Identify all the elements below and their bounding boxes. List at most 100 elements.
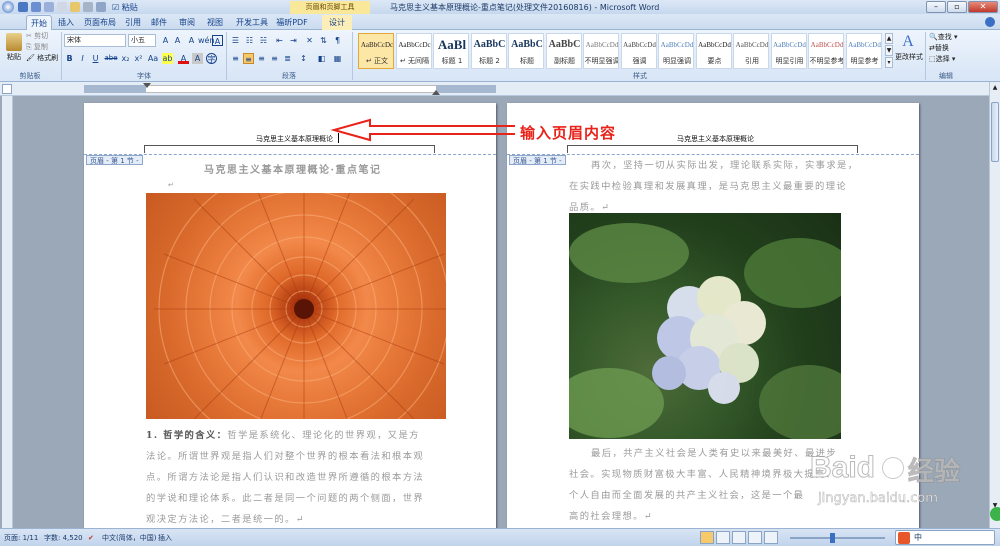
- distribute-icon[interactable]: ≣: [282, 53, 293, 64]
- style-tile[interactable]: AaBbCcDd 不明显参考: [808, 33, 844, 69]
- phonetic-guide-icon[interactable]: wén: [198, 35, 215, 46]
- format-painter-button[interactable]: 🖌 格式刷: [26, 53, 58, 63]
- multilevel-list-icon[interactable]: ☵: [258, 35, 269, 46]
- header-text[interactable]: 马克思主义基本原理概论: [677, 134, 754, 144]
- style-tile[interactable]: AaBbC 副标题: [545, 33, 582, 69]
- italic-button[interactable]: I: [77, 53, 88, 64]
- copy-button[interactable]: ⎘ 复制: [26, 42, 48, 52]
- open-icon[interactable]: [70, 2, 80, 12]
- proofing-icon[interactable]: ✔: [88, 532, 94, 544]
- tab-view[interactable]: 视图: [202, 15, 228, 30]
- char-shading-button[interactable]: A: [192, 53, 203, 64]
- word-count[interactable]: 字数: 4,520: [44, 532, 83, 544]
- change-case-button[interactable]: Aa: [146, 53, 160, 64]
- view-draft[interactable]: [764, 531, 778, 544]
- cut-button[interactable]: ✂ 剪切: [26, 31, 48, 41]
- help-icon[interactable]: [985, 17, 995, 27]
- tab-home[interactable]: 开始: [26, 15, 52, 30]
- horizontal-ruler[interactable]: [0, 82, 1000, 96]
- scroll-thumb[interactable]: [991, 102, 999, 162]
- redo-icon[interactable]: [44, 2, 54, 12]
- zoom-slider[interactable]: [790, 537, 885, 539]
- tab-developer[interactable]: 开发工具: [232, 15, 272, 30]
- change-styles-button[interactable]: 更改样式: [894, 52, 924, 62]
- word-logo-icon[interactable]: [2, 1, 14, 13]
- align-left-icon[interactable]: ≡: [230, 53, 241, 64]
- show-marks-icon[interactable]: ¶: [332, 35, 343, 46]
- tab-design[interactable]: 设计: [322, 15, 352, 30]
- header-text[interactable]: 马克思主义基本原理概论: [256, 134, 333, 144]
- replace-button[interactable]: ⇄替换: [929, 43, 949, 53]
- new-doc-icon[interactable]: [57, 2, 67, 12]
- save-icon[interactable]: [18, 2, 28, 12]
- font-color-button[interactable]: A: [178, 53, 189, 64]
- print-icon[interactable]: [83, 2, 93, 12]
- style-tile[interactable]: AaBbCcDd 明显引用: [770, 33, 807, 69]
- align-center-icon[interactable]: ≡: [243, 53, 254, 64]
- view-web-layout[interactable]: [732, 531, 746, 544]
- borders-icon[interactable]: ▦: [332, 53, 343, 64]
- style-tile[interactable]: AaBbCcDc ↵ 无间隔: [395, 33, 432, 69]
- style-tile[interactable]: AaBbCcDd 明显参考: [845, 33, 882, 69]
- shrink-font-icon[interactable]: A: [172, 35, 183, 46]
- decrease-indent-icon[interactable]: ⇤: [274, 35, 285, 46]
- style-tile[interactable]: AaBbCcDd 引用: [733, 33, 769, 69]
- clear-format-icon[interactable]: A: [186, 35, 197, 46]
- style-tile[interactable]: AaBbCcDd 不明显强调: [583, 33, 619, 69]
- vertical-scrollbar[interactable]: ▲ ▼: [989, 82, 1000, 528]
- preview-icon[interactable]: [96, 2, 106, 12]
- close-button[interactable]: ✕: [968, 1, 998, 13]
- tab-insert[interactable]: 插入: [54, 15, 78, 30]
- style-tile[interactable]: AaBbC 标题: [508, 33, 544, 69]
- style-tile[interactable]: AaBbC 标题 2: [470, 33, 507, 69]
- feedback-badge-icon[interactable]: [990, 507, 1000, 521]
- align-right-icon[interactable]: ≡: [256, 53, 267, 64]
- page-count[interactable]: 页面: 1/11: [4, 532, 38, 544]
- change-styles-icon[interactable]: A: [899, 33, 917, 51]
- bold-button[interactable]: B: [64, 53, 75, 64]
- style-tile[interactable]: AaBl 标题 1: [433, 33, 469, 69]
- office-button[interactable]: [2, 14, 24, 30]
- quick-access-checkbox-label[interactable]: ☑ 粘贴: [112, 2, 138, 13]
- tab-page-layout[interactable]: 页面布局: [80, 15, 120, 30]
- paste-icon[interactable]: [6, 33, 22, 51]
- font-size-select[interactable]: 小五: [128, 34, 156, 47]
- style-tile[interactable]: AaBbCcDd 明显强调: [658, 33, 694, 69]
- sort-icon[interactable]: ⇅: [318, 35, 329, 46]
- superscript-button[interactable]: x²: [133, 53, 144, 64]
- vertical-ruler[interactable]: [2, 96, 13, 528]
- increase-indent-icon[interactable]: ⇥: [288, 35, 299, 46]
- language-indicator[interactable]: 中文(简体，中国): [102, 532, 156, 544]
- gallery-scroll-down[interactable]: ▼: [885, 45, 893, 56]
- underline-button[interactable]: U: [90, 53, 101, 64]
- char-border-icon[interactable]: A: [212, 35, 223, 46]
- tab-foxit-pdf[interactable]: 福昕PDF: [274, 15, 310, 30]
- zoom-thumb[interactable]: [830, 533, 835, 543]
- right-indent-marker[interactable]: [432, 90, 440, 95]
- minimize-button[interactable]: –: [926, 1, 946, 13]
- hydrangea-flower-image[interactable]: [569, 213, 841, 439]
- ime-toolbar[interactable]: 中: [895, 530, 995, 545]
- grow-font-icon[interactable]: A: [160, 35, 171, 46]
- numbering-icon[interactable]: ☷: [244, 35, 255, 46]
- indent-marker[interactable]: [143, 83, 151, 88]
- page-1[interactable]: 马克思主义基本原理概论 页眉 - 第 1 节 - 马克思主义基本原理概论·重点笔…: [84, 103, 496, 528]
- gallery-more-button[interactable]: ▾: [885, 57, 893, 68]
- ime-label[interactable]: 中: [914, 532, 922, 543]
- tab-selector[interactable]: [2, 84, 12, 94]
- style-tile[interactable]: AaBbCcDd 强调: [620, 33, 657, 69]
- undo-icon[interactable]: [31, 2, 41, 12]
- style-tile[interactable]: AaBbCcDd 要点: [695, 33, 732, 69]
- select-button[interactable]: ⬚选择 ▾: [929, 54, 955, 64]
- style-tile[interactable]: AaBbCcDc ↵ 正文: [358, 33, 394, 69]
- tab-references[interactable]: 引用: [122, 15, 144, 30]
- subscript-button[interactable]: x₂: [120, 53, 131, 64]
- paste-button[interactable]: 粘贴: [4, 52, 24, 62]
- gallery-scroll-up[interactable]: ▲: [885, 33, 893, 44]
- shading-icon[interactable]: ◧: [316, 53, 327, 64]
- view-fullscreen-reading[interactable]: [716, 531, 730, 544]
- find-button[interactable]: 🔍查找 ▾: [929, 32, 957, 42]
- chinese-layout-icon[interactable]: ✕: [304, 35, 315, 46]
- font-name-select[interactable]: 宋体: [64, 34, 126, 47]
- tab-review[interactable]: 审阅: [174, 15, 200, 30]
